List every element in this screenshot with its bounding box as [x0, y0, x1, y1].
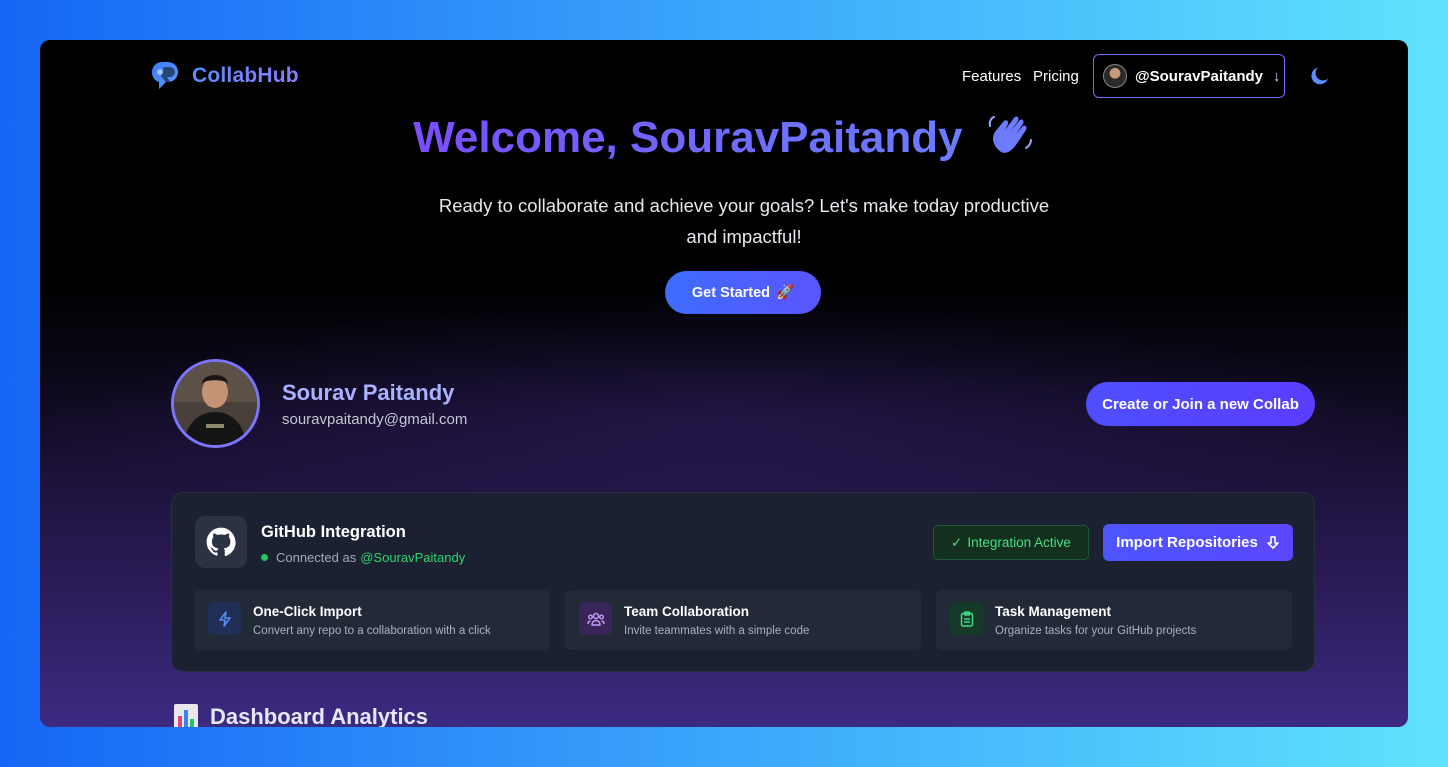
feature-team-collaboration: Team Collaboration Invite teammates with…: [565, 590, 921, 650]
users-icon: [579, 602, 612, 635]
feature-description: Convert any repo to a collaboration with…: [253, 625, 491, 637]
connected-user: @SouravPaitandy: [360, 550, 466, 565]
github-icon-box: [195, 516, 247, 568]
profile-email: souravpaitandy@gmail.com: [282, 411, 468, 428]
github-connection-status: Connected as @SouravPaitandy: [261, 550, 465, 565]
github-integration-card: GitHub Integration Connected as @SouravP…: [171, 492, 1315, 672]
user-handle: @SouravPaitandy: [1135, 67, 1263, 85]
arrow-down-icon: ↓: [1273, 67, 1281, 85]
get-started-label: Get Started: [691, 284, 771, 301]
nav-link-features[interactable]: Features: [962, 68, 1021, 85]
user-menu-button[interactable]: @SouravPaitandy ↓: [1093, 54, 1285, 98]
nav-link-pricing[interactable]: Pricing: [1033, 68, 1079, 85]
welcome-heading: Welcome, SouravPaitandy: [40, 112, 1408, 163]
top-navbar: CollabHub Features Pricing @SouravPaitan…: [40, 40, 1408, 114]
waving-hand-icon: [988, 116, 1032, 153]
import-repositories-label: Import Repositories: [1116, 534, 1258, 551]
status-dot-icon: [261, 554, 268, 561]
feature-title: Task Management: [995, 604, 1112, 619]
import-repositories-button[interactable]: Import Repositories: [1103, 524, 1293, 561]
integration-active-badge: ✓ Integration Active: [933, 525, 1089, 560]
profile-name: Sourav Paitandy: [282, 380, 455, 405]
integration-active-label: Integration Active: [967, 535, 1071, 550]
moon-icon[interactable]: [1308, 64, 1332, 88]
brand-logo[interactable]: CollabHub: [148, 58, 299, 94]
github-icon: [206, 527, 236, 557]
app-window: CollabHub Features Pricing @SouravPaitan…: [40, 40, 1408, 727]
profile-photo-icon: [174, 362, 257, 445]
create-join-collab-button[interactable]: Create or Join a new Collab: [1086, 382, 1315, 426]
feature-description: Invite teammates with a simple code: [624, 625, 810, 637]
feature-one-click-import: One-Click Import Convert any repo to a c…: [194, 590, 550, 650]
get-started-button[interactable]: Get Started 🚀: [665, 271, 821, 314]
arrow-down-bold-icon: [1267, 535, 1279, 549]
feature-title: Team Collaboration: [624, 604, 750, 619]
welcome-subtitle: Ready to collaborate and achieve your go…: [438, 195, 1050, 247]
dashboard-analytics-header: Dashboard Analytics: [174, 704, 428, 727]
feature-title: One-Click Import: [253, 604, 362, 619]
bar-chart-icon: [174, 704, 198, 727]
brand-name: CollabHub: [192, 64, 299, 87]
welcome-text: Welcome, SouravPaitandy: [413, 113, 963, 162]
profile-avatar: [171, 359, 260, 448]
feature-description: Organize tasks for your GitHub projects: [995, 625, 1197, 637]
collabhub-logo-icon: [151, 62, 178, 89]
feature-task-management: Task Management Organize tasks for your …: [936, 590, 1292, 650]
check-icon: ✓: [951, 534, 963, 550]
dashboard-analytics-title: Dashboard Analytics: [210, 704, 429, 727]
clipboard-icon: [950, 602, 983, 635]
github-integration-title: GitHub Integration: [261, 523, 406, 541]
user-avatar-small: [1103, 64, 1127, 88]
connected-prefix: Connected as: [276, 550, 357, 565]
bolt-icon: [208, 602, 241, 635]
rocket-icon: 🚀: [776, 285, 795, 301]
